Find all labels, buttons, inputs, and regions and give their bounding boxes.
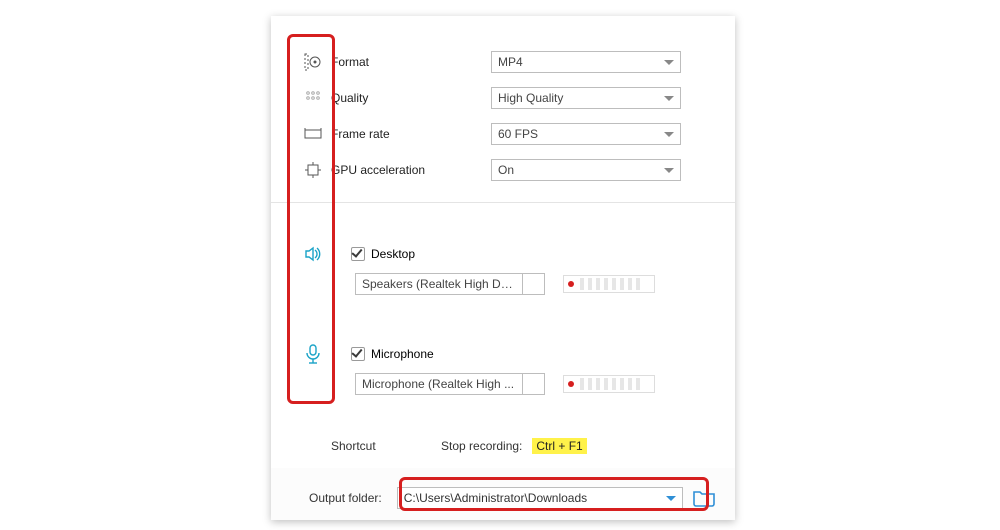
desktop-device-value: Speakers (Realtek High De... bbox=[356, 277, 522, 291]
row-desktop-audio: Desktop bbox=[295, 242, 715, 266]
settings-panel: Format MP4 Quality High Quality Frame ra… bbox=[271, 16, 735, 520]
microphone-device-value: Microphone (Realtek High ... bbox=[356, 377, 522, 391]
quality-label: Quality bbox=[331, 91, 491, 105]
row-microphone-device: Microphone (Realtek High ... bbox=[295, 372, 715, 396]
row-gpu: GPU acceleration On bbox=[295, 158, 715, 182]
gpu-label: GPU acceleration bbox=[331, 163, 491, 177]
quality-value: High Quality bbox=[498, 91, 563, 105]
row-shortcut: Shortcut Stop recording: Ctrl + F1 bbox=[331, 436, 715, 456]
row-output-folder: Output folder: C:\Users\Administrator\Do… bbox=[309, 486, 715, 510]
format-select[interactable]: MP4 bbox=[491, 51, 681, 73]
chevron-down-icon bbox=[664, 96, 674, 101]
row-quality: Quality High Quality bbox=[295, 86, 715, 110]
chevron-down-icon bbox=[666, 496, 676, 501]
record-indicator-icon bbox=[568, 281, 574, 287]
desktop-audio-label: Desktop bbox=[371, 247, 415, 261]
record-indicator-icon bbox=[568, 381, 574, 387]
desktop-audio-meter bbox=[563, 275, 655, 293]
chevron-down-icon bbox=[664, 132, 674, 137]
chevron-down-icon bbox=[664, 168, 674, 173]
output-folder-select[interactable]: C:\Users\Administrator\Downloads bbox=[397, 487, 683, 509]
gpu-select[interactable]: On bbox=[491, 159, 681, 181]
quality-select[interactable]: High Quality bbox=[491, 87, 681, 109]
microphone-device-select[interactable]: Microphone (Realtek High ... bbox=[355, 373, 545, 395]
framerate-label: Frame rate bbox=[331, 127, 491, 141]
section-divider bbox=[271, 202, 735, 203]
microphone-checkbox[interactable] bbox=[351, 347, 365, 361]
format-label: Format bbox=[331, 55, 491, 69]
quality-icon bbox=[295, 90, 331, 106]
gpu-value: On bbox=[498, 163, 514, 177]
gpu-icon bbox=[295, 162, 331, 178]
chevron-down-icon bbox=[664, 60, 674, 65]
microphone-label: Microphone bbox=[371, 347, 434, 361]
shortcut-section-label: Shortcut bbox=[331, 439, 441, 453]
output-folder-path: C:\Users\Administrator\Downloads bbox=[398, 491, 660, 505]
framerate-icon bbox=[295, 127, 331, 141]
stop-recording-label: Stop recording: bbox=[441, 439, 522, 453]
row-format: Format MP4 bbox=[295, 50, 715, 74]
open-folder-button[interactable] bbox=[693, 489, 715, 507]
desktop-device-select[interactable]: Speakers (Realtek High De... bbox=[355, 273, 545, 295]
output-folder-label: Output folder: bbox=[309, 491, 397, 505]
microphone-meter bbox=[563, 375, 655, 393]
row-framerate: Frame rate 60 FPS bbox=[295, 122, 715, 146]
stop-recording-hotkey[interactable]: Ctrl + F1 bbox=[532, 438, 586, 454]
speaker-icon bbox=[295, 245, 331, 263]
format-value: MP4 bbox=[498, 55, 523, 69]
row-microphone: Microphone bbox=[295, 342, 715, 366]
desktop-audio-checkbox[interactable] bbox=[351, 247, 365, 261]
framerate-select[interactable]: 60 FPS bbox=[491, 123, 681, 145]
microphone-icon bbox=[295, 344, 331, 364]
framerate-value: 60 FPS bbox=[498, 127, 538, 141]
row-desktop-device: Speakers (Realtek High De... bbox=[295, 272, 715, 296]
video-format-icon bbox=[295, 53, 331, 71]
